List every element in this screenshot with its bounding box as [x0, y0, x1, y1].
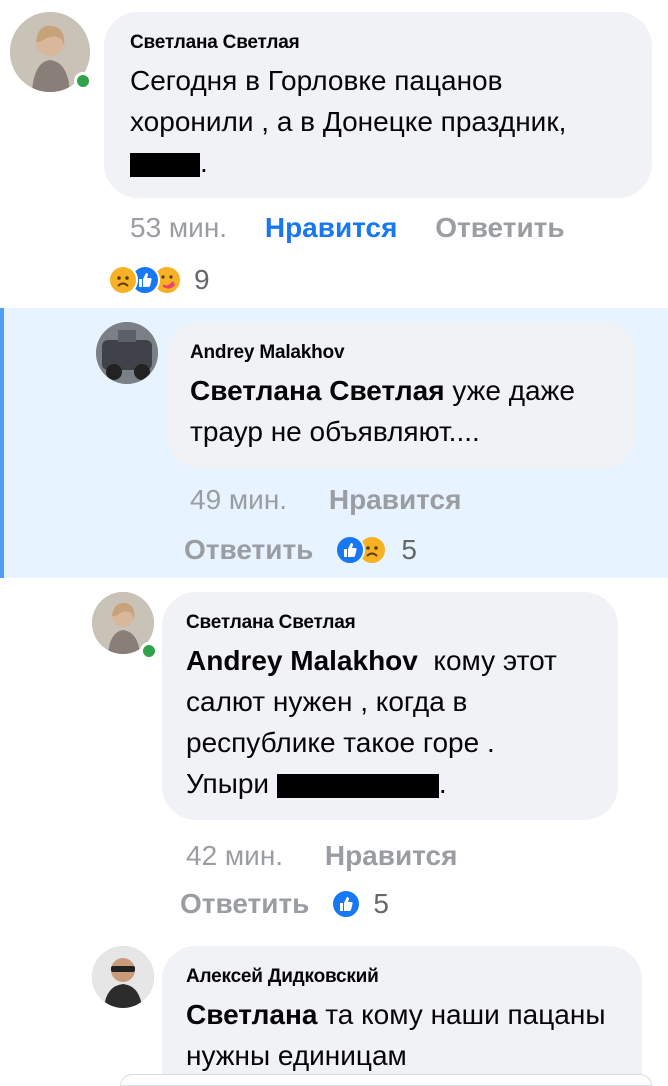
comment-text: Светлана Светлая уже даже траур не объяв…: [190, 370, 614, 452]
avatar[interactable]: [92, 946, 154, 1008]
comment-actions: 49 мин. Нравится: [190, 484, 461, 516]
comment-bubble[interactable]: Светлана Светлая Andrey Malakhov кому эт…: [162, 592, 618, 820]
comment-author[interactable]: Andrey Malakhov: [190, 342, 614, 364]
online-indicator: [140, 642, 158, 660]
mention-link[interactable]: Светлана Светлая: [190, 375, 445, 406]
comment: Светлана Светлая Сегодня в Горловке паца…: [0, 0, 668, 308]
mention-link[interactable]: Светлана: [186, 999, 317, 1030]
reply-button[interactable]: Ответить: [180, 888, 309, 920]
reaction-summary[interactable]: 5: [331, 888, 389, 920]
mention-link[interactable]: Andrey Malakhov: [186, 645, 418, 676]
like-button[interactable]: Нравится: [265, 212, 398, 243]
comment-author[interactable]: Алексей Дидковский: [186, 966, 622, 988]
comment-actions: 53 мин. Нравится Ответить: [130, 212, 565, 244]
redacted-text: [276, 773, 439, 798]
redacted-text: [130, 152, 200, 177]
reaction-count: 5: [401, 534, 417, 565]
comment-time[interactable]: 49 мин.: [190, 484, 287, 515]
comment-text-body: Сегодня в Горловке пацанов хоронили , а …: [130, 65, 567, 137]
like-button[interactable]: Нравится: [325, 840, 458, 871]
like-button[interactable]: Нравится: [329, 484, 462, 515]
comment-bubble[interactable]: Andrey Malakhov Светлана Светлая уже даж…: [166, 322, 636, 468]
comment: Светлана Светлая Andrey Malakhov кому эт…: [0, 578, 668, 938]
reply-button[interactable]: Ответить: [435, 212, 564, 243]
comment-text: Andrey Malakhov кому этот салют нужен , …: [186, 640, 598, 804]
comment-author[interactable]: Светлана Светлая: [130, 32, 628, 54]
like-reaction-icon: [335, 535, 366, 565]
comment-highlighted: Andrey Malakhov Светлана Светлая уже даж…: [0, 308, 668, 578]
reaction-count: 9: [194, 264, 210, 295]
comment-actions: 42 мин. Нравится: [186, 840, 457, 872]
comment-time[interactable]: 53 мин.: [130, 212, 227, 243]
reply-button[interactable]: Ответить: [184, 534, 313, 566]
reaction-count: 5: [373, 888, 389, 919]
reaction-summary[interactable]: 9: [108, 264, 210, 296]
comment-text-line2: Упыри: [186, 768, 270, 799]
comment-text: Сегодня в Горловке пацанов хоронили , а …: [130, 60, 628, 183]
comment-actions-row2: Ответить 5: [180, 888, 389, 920]
comment-time[interactable]: 42 мин.: [186, 840, 283, 871]
comment-text-end: .: [438, 768, 447, 799]
comment: Алексей Дидковский Светлана та кому наши…: [0, 938, 668, 1080]
comment-text: Светлана та кому наши пацаны нужны едини…: [186, 994, 622, 1076]
avatar[interactable]: [96, 322, 158, 384]
reaction-summary[interactable]: 5: [335, 534, 417, 566]
comment-author[interactable]: Светлана Светлая: [186, 612, 598, 634]
comment-text-end: .: [200, 147, 208, 178]
online-indicator: [74, 72, 92, 90]
like-reaction-icon: [331, 889, 362, 919]
comment-composer-edge[interactable]: [120, 1074, 652, 1086]
comment-bubble[interactable]: Светлана Светлая Сегодня в Горловке паца…: [104, 12, 652, 198]
sad-reaction-icon: [108, 265, 138, 295]
comment-actions-row2: Ответить 5: [184, 534, 417, 566]
comment-bubble[interactable]: Алексей Дидковский Светлана та кому наши…: [162, 946, 642, 1080]
